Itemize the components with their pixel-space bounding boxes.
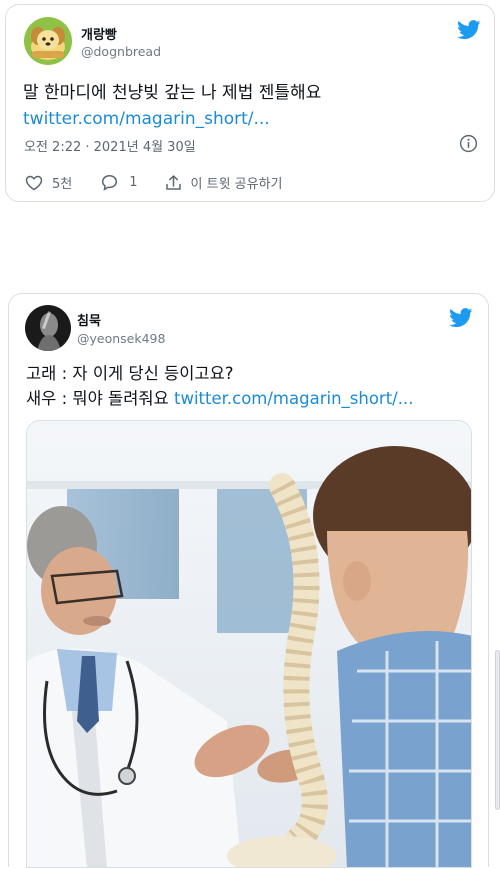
display-name[interactable]: 침묵 — [77, 310, 101, 329]
reply-button[interactable]: 1 — [101, 174, 138, 191]
tweet-text: 말 한마디에 천냥빚 갚는 나 제법 젠틀해요 — [23, 83, 322, 103]
heart-icon — [25, 175, 43, 190]
reply-count: 1 — [129, 175, 138, 190]
doctor-spine-photo — [27, 421, 471, 867]
tweet-timestamp[interactable]: 오전 2:22 · 2021년 4월 30일 — [24, 136, 196, 155]
avatar[interactable] — [25, 305, 71, 351]
tweet-actions: 5천 1 이 트윗 공유하기 — [25, 173, 283, 192]
tweet-card[interactable]: 개랑빵 @dognbread 말 한마디에 천냥빚 갚는 나 제법 젠틀해요 t… — [5, 4, 495, 202]
share-label: 이 트윗 공유하기 — [190, 177, 283, 192]
share-button[interactable]: 이 트윗 공유하기 — [165, 173, 283, 192]
like-button[interactable]: 5천 — [25, 173, 72, 192]
user-handle[interactable]: @yeonsek498 — [77, 331, 165, 346]
tweet-link[interactable]: twitter.com/magarin_short/... — [174, 389, 414, 408]
tweet-text: 새우 : 뭐야 돌려줘요 — [26, 389, 174, 408]
reply-icon — [102, 175, 118, 191]
tweet-text-line: 고래 : 자 이게 당신 등이고요? — [26, 364, 234, 383]
tweet-text-line: 새우 : 뭐야 돌려줘요 twitter.com/magarin_short/.… — [26, 386, 413, 411]
display-name[interactable]: 개랑빵 — [81, 24, 117, 43]
twitter-bird-icon[interactable] — [449, 308, 473, 328]
tweet-card[interactable]: 침묵 @yeonsek498 고래 : 자 이게 당신 등이고요? 새우 : 뭐… — [8, 293, 489, 868]
twitter-bird-icon[interactable] — [457, 20, 481, 40]
silhouette-avatar-icon — [25, 305, 71, 351]
tweet-link[interactable]: twitter.com/magarin_short/... — [23, 107, 270, 132]
tweet-media-image[interactable] — [26, 420, 472, 868]
info-icon[interactable] — [459, 134, 478, 153]
avatar[interactable] — [24, 17, 72, 65]
share-icon — [165, 175, 181, 190]
like-count: 5천 — [52, 177, 73, 192]
scrollbar[interactable] — [495, 650, 500, 810]
user-handle[interactable]: @dognbread — [81, 44, 161, 59]
dog-bread-avatar-icon — [24, 17, 72, 65]
